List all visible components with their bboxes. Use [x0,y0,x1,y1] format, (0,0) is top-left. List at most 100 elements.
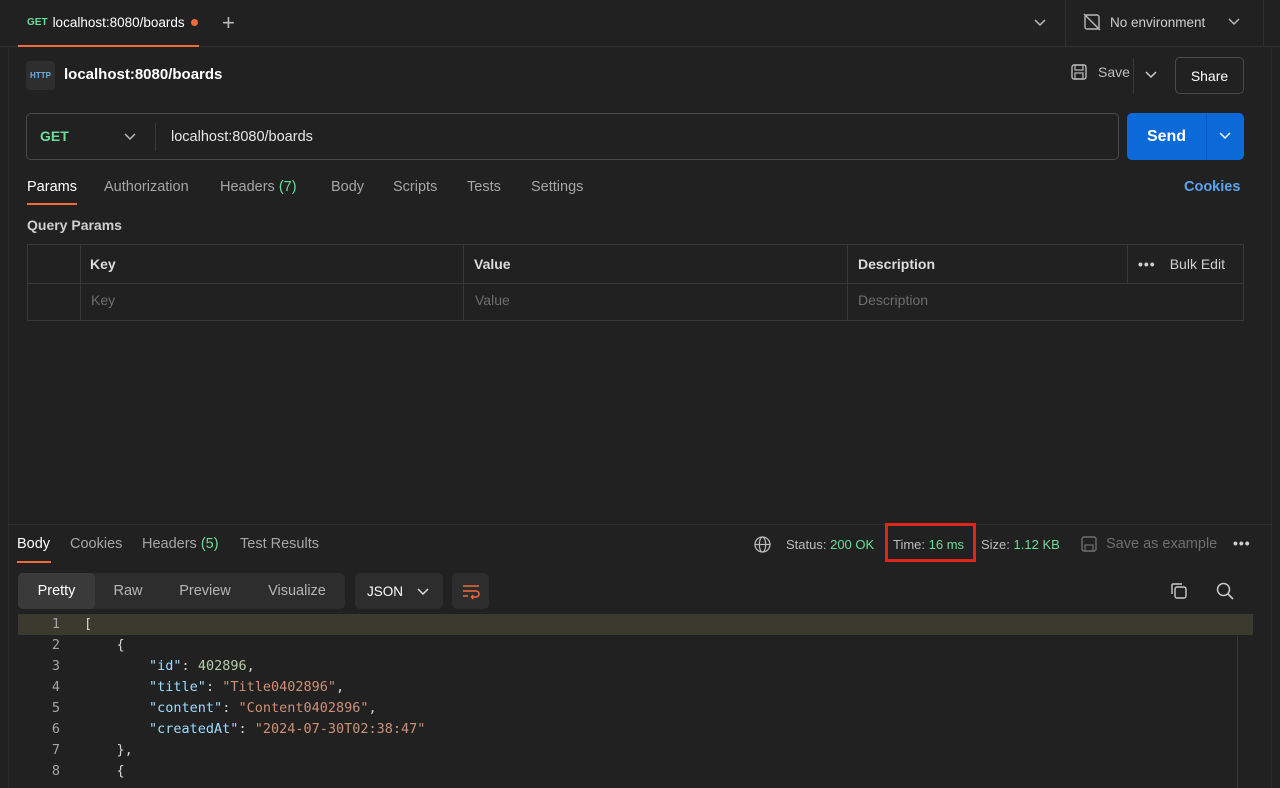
query-params-table: Key Value Description ••• Bulk Edit Key … [27,244,1244,321]
description-header: Description [858,256,936,272]
code-line: 7 }, [18,740,1253,761]
tab-name: localhost:8080/boards [52,15,185,30]
send-button[interactable]: Send [1127,113,1244,160]
code-text: }, [84,742,133,758]
method-select[interactable]: GET [40,128,69,144]
column-divider [847,245,848,320]
view-pretty[interactable]: Pretty [18,573,95,609]
tab-scripts[interactable]: Scripts [393,179,437,195]
line-number: 1 [51,616,60,632]
code-line: 8 { [18,761,1253,782]
cookies-link[interactable]: Cookies [1184,179,1240,195]
line-number: 2 [51,637,60,653]
code-text: "createdAt": "2024-07-30T02:38:47" [149,721,426,737]
code-text: "content": "Content0402896", [149,700,377,716]
globe-icon[interactable] [753,535,772,554]
tab-tests[interactable]: Tests [467,179,501,195]
json-key: "title" [149,679,206,695]
divider [1263,0,1264,47]
format-select[interactable]: JSON [355,573,443,609]
tab-params[interactable]: Params [27,179,77,195]
bulk-edit-button[interactable]: ••• Bulk Edit [1138,256,1225,272]
request-tab[interactable]: GET localhost:8080/boards [18,0,199,47]
tabs-dropdown-chevron-icon[interactable] [1033,13,1047,33]
method-chevron-down-icon[interactable] [123,130,137,144]
view-visualize[interactable]: Visualize [249,573,345,609]
response-divider [8,524,1272,525]
tab-bar: GET localhost:8080/boards + No environme… [0,0,1280,47]
share-button[interactable]: Share [1175,57,1244,94]
tab-headers[interactable]: Headers (7) [220,179,297,195]
save-icon [1081,536,1097,552]
code-text: { [84,637,125,653]
json-key: "content" [149,700,223,716]
save-icon [1071,64,1087,80]
tab-headers-label: Headers [220,179,275,195]
request-title[interactable]: localhost:8080/boards [64,66,222,83]
column-divider [1127,245,1128,283]
json-key: "id" [149,658,182,674]
line-number: 3 [51,658,60,674]
save-options-chevron-icon[interactable] [1144,68,1158,82]
environment-label: No environment [1110,14,1206,30]
response-tab-test-results[interactable]: Test Results [240,536,319,552]
value-input[interactable]: Value [475,292,510,308]
more-icon: ••• [1138,256,1156,272]
code-line: 3 "id": 402896, [18,656,1253,677]
save-button[interactable]: Save [1070,63,1130,81]
tab-settings[interactable]: Settings [531,179,583,195]
size-indicator[interactable]: Size: 1.12 KB [981,537,1060,552]
bulk-edit-label: Bulk Edit [1169,256,1225,272]
tab-authorization[interactable]: Authorization [104,179,189,195]
response-tab-body[interactable]: Body [17,536,50,552]
divider [1206,113,1207,160]
code-text: "title": "Title0402896", [149,679,345,695]
send-label: Send [1146,127,1187,145]
chevron-down-icon [1228,18,1240,26]
more-options-icon[interactable]: ••• [1233,535,1251,551]
save-as-example-label: Save as example [1106,536,1218,552]
column-divider [463,245,464,320]
tab-body[interactable]: Body [331,179,364,195]
line-number: 6 [51,721,60,737]
url-input[interactable] [171,126,1071,148]
copy-icon[interactable] [1169,581,1189,601]
view-preview[interactable]: Preview [161,573,249,609]
chevron-down-icon [417,588,429,596]
send-options-chevron-icon[interactable] [1218,129,1232,143]
unsaved-dot-icon [190,19,198,26]
status-label: Status: [786,537,827,552]
http-icon: HTTP [26,61,55,90]
wrap-icon [462,585,480,600]
left-border [8,0,9,788]
time-highlight-box [885,523,976,562]
divider [1065,0,1066,47]
url-bar: GET [26,113,1119,160]
key-input[interactable]: Key [91,292,115,308]
code-line: 2 { [18,635,1253,656]
new-tab-plus-icon[interactable]: + [222,12,235,34]
wrap-lines-button[interactable] [452,573,489,609]
json-string: "2024-07-30T02:38:47" [254,721,426,737]
column-divider [80,245,81,320]
search-icon[interactable] [1215,581,1235,601]
value-header: Value [474,256,511,272]
response-tab-cookies[interactable]: Cookies [70,536,122,552]
response-headers-count: (5) [200,536,219,552]
view-raw[interactable]: Raw [95,573,161,609]
response-body-editor[interactable]: 1[ 2 { 3 "id": 402896, 4 "title": "Title… [18,614,1253,788]
json-string: "Title0402896" [222,679,336,695]
size-label: Size: [981,537,1010,552]
response-tab-headers[interactable]: Headers (5) [142,536,219,552]
scrollbar[interactable] [1237,636,1238,788]
json-string: "Content0402896" [238,700,369,716]
row-divider [28,283,1243,284]
status-indicator[interactable]: Status: 200 OK [786,537,874,552]
right-border [1271,47,1272,788]
size-value: 1.12 KB [1013,537,1060,552]
save-label: Save [1098,64,1130,80]
description-input[interactable]: Description [858,292,928,308]
save-as-example-button[interactable]: Save as example [1080,535,1217,553]
environment-selector[interactable]: No environment [1083,13,1241,31]
response-headers-label: Headers [142,536,197,552]
